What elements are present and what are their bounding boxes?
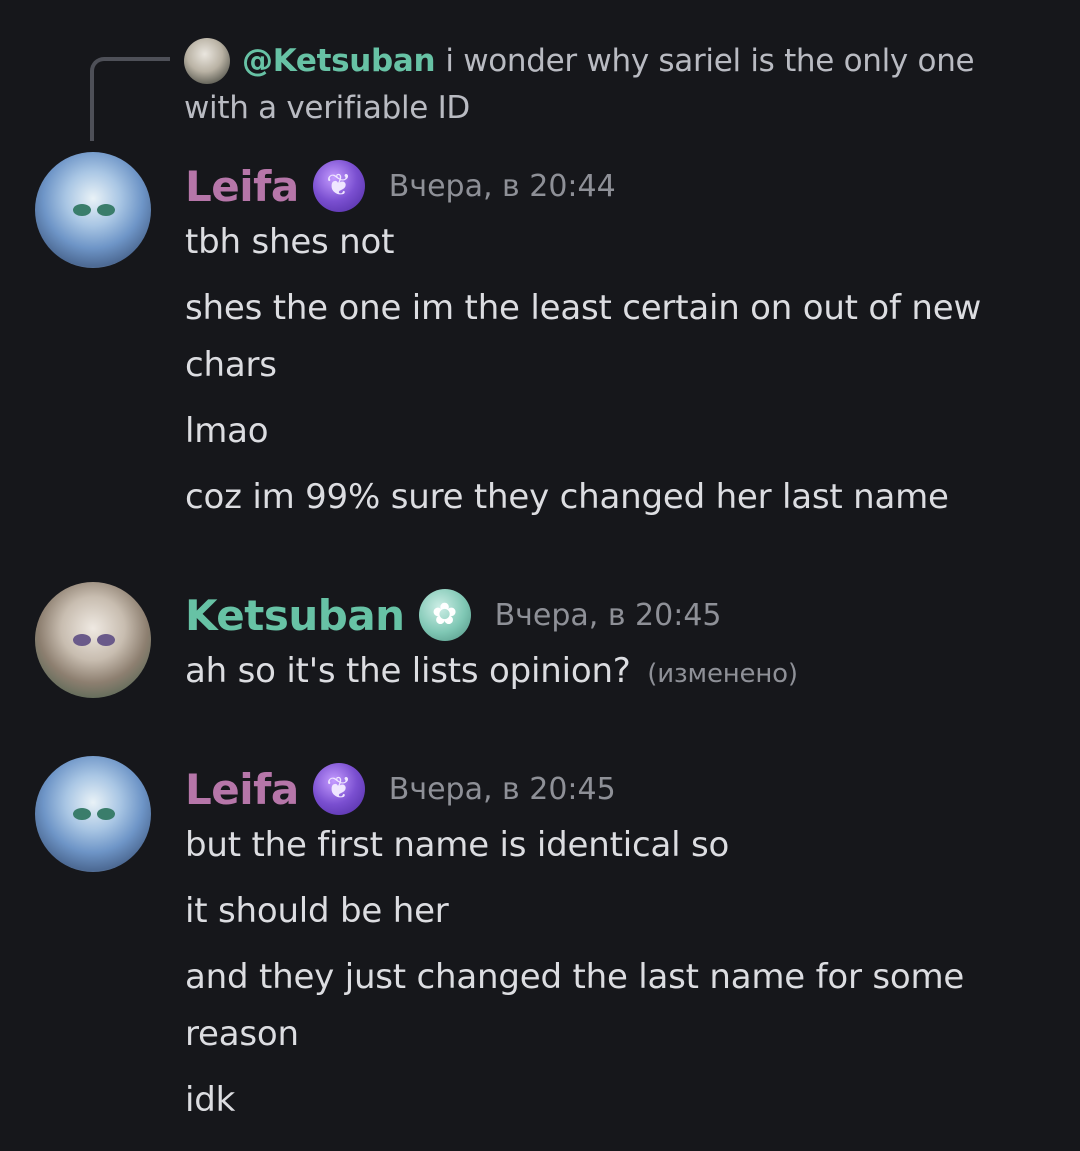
username[interactable]: Leifa bbox=[185, 765, 299, 814]
reply-preview[interactable]: @Ketsuban i wonder why sariel is the only… bbox=[184, 38, 1044, 132]
message-line-text: ah so it's the lists opinion? bbox=[185, 651, 631, 691]
message-line[interactable]: idk bbox=[185, 1072, 1045, 1129]
message-line[interactable]: lmao bbox=[185, 403, 1045, 460]
avatar[interactable] bbox=[35, 756, 151, 872]
message-line[interactable]: coz im 99% sure they changed her last na… bbox=[185, 469, 1045, 526]
username[interactable]: Ketsuban bbox=[185, 591, 405, 640]
message-line[interactable]: shes the one im the least certain on out… bbox=[185, 280, 1045, 394]
timestamp: Вчера, в 20:45 bbox=[388, 771, 616, 807]
reply-connector-line bbox=[90, 57, 170, 141]
reply-mention[interactable]: @Ketsuban bbox=[242, 43, 436, 79]
leaf-icon[interactable]: ❦ bbox=[312, 763, 365, 815]
avatar-eye-left bbox=[73, 808, 91, 820]
avatar-eye-left bbox=[73, 204, 91, 216]
leaf-icon[interactable]: ❦ bbox=[312, 160, 365, 212]
timestamp: Вчера, в 20:44 bbox=[388, 168, 616, 204]
username[interactable]: Leifa bbox=[185, 162, 299, 211]
message-header: Ketsuban ✿ Вчера, в 20:45 bbox=[185, 585, 722, 645]
message-line[interactable]: it should be her bbox=[185, 883, 1045, 940]
avatar[interactable] bbox=[35, 582, 151, 698]
cucumber-icon[interactable]: ✿ bbox=[418, 589, 471, 641]
message-line[interactable]: ah so it's the lists opinion? (изменено) bbox=[185, 643, 1045, 703]
avatar-eye-left bbox=[73, 634, 91, 646]
message-header: Leifa ❦ Вчера, в 20:44 bbox=[185, 156, 616, 216]
timestamp: Вчера, в 20:45 bbox=[494, 597, 722, 633]
avatar-eye-right bbox=[97, 808, 115, 820]
message-line[interactable]: and they just changed the last name for … bbox=[185, 949, 1045, 1063]
message-line[interactable]: but the first name is identical so bbox=[185, 817, 1045, 874]
message-header: Leifa ❦ Вчера, в 20:45 bbox=[185, 759, 616, 819]
avatar[interactable] bbox=[35, 152, 151, 268]
message-line[interactable]: tbh shes not bbox=[185, 214, 1045, 271]
avatar-eye-right bbox=[97, 634, 115, 646]
edited-label: (изменено) bbox=[647, 659, 798, 689]
avatar-eye-right bbox=[97, 204, 115, 216]
